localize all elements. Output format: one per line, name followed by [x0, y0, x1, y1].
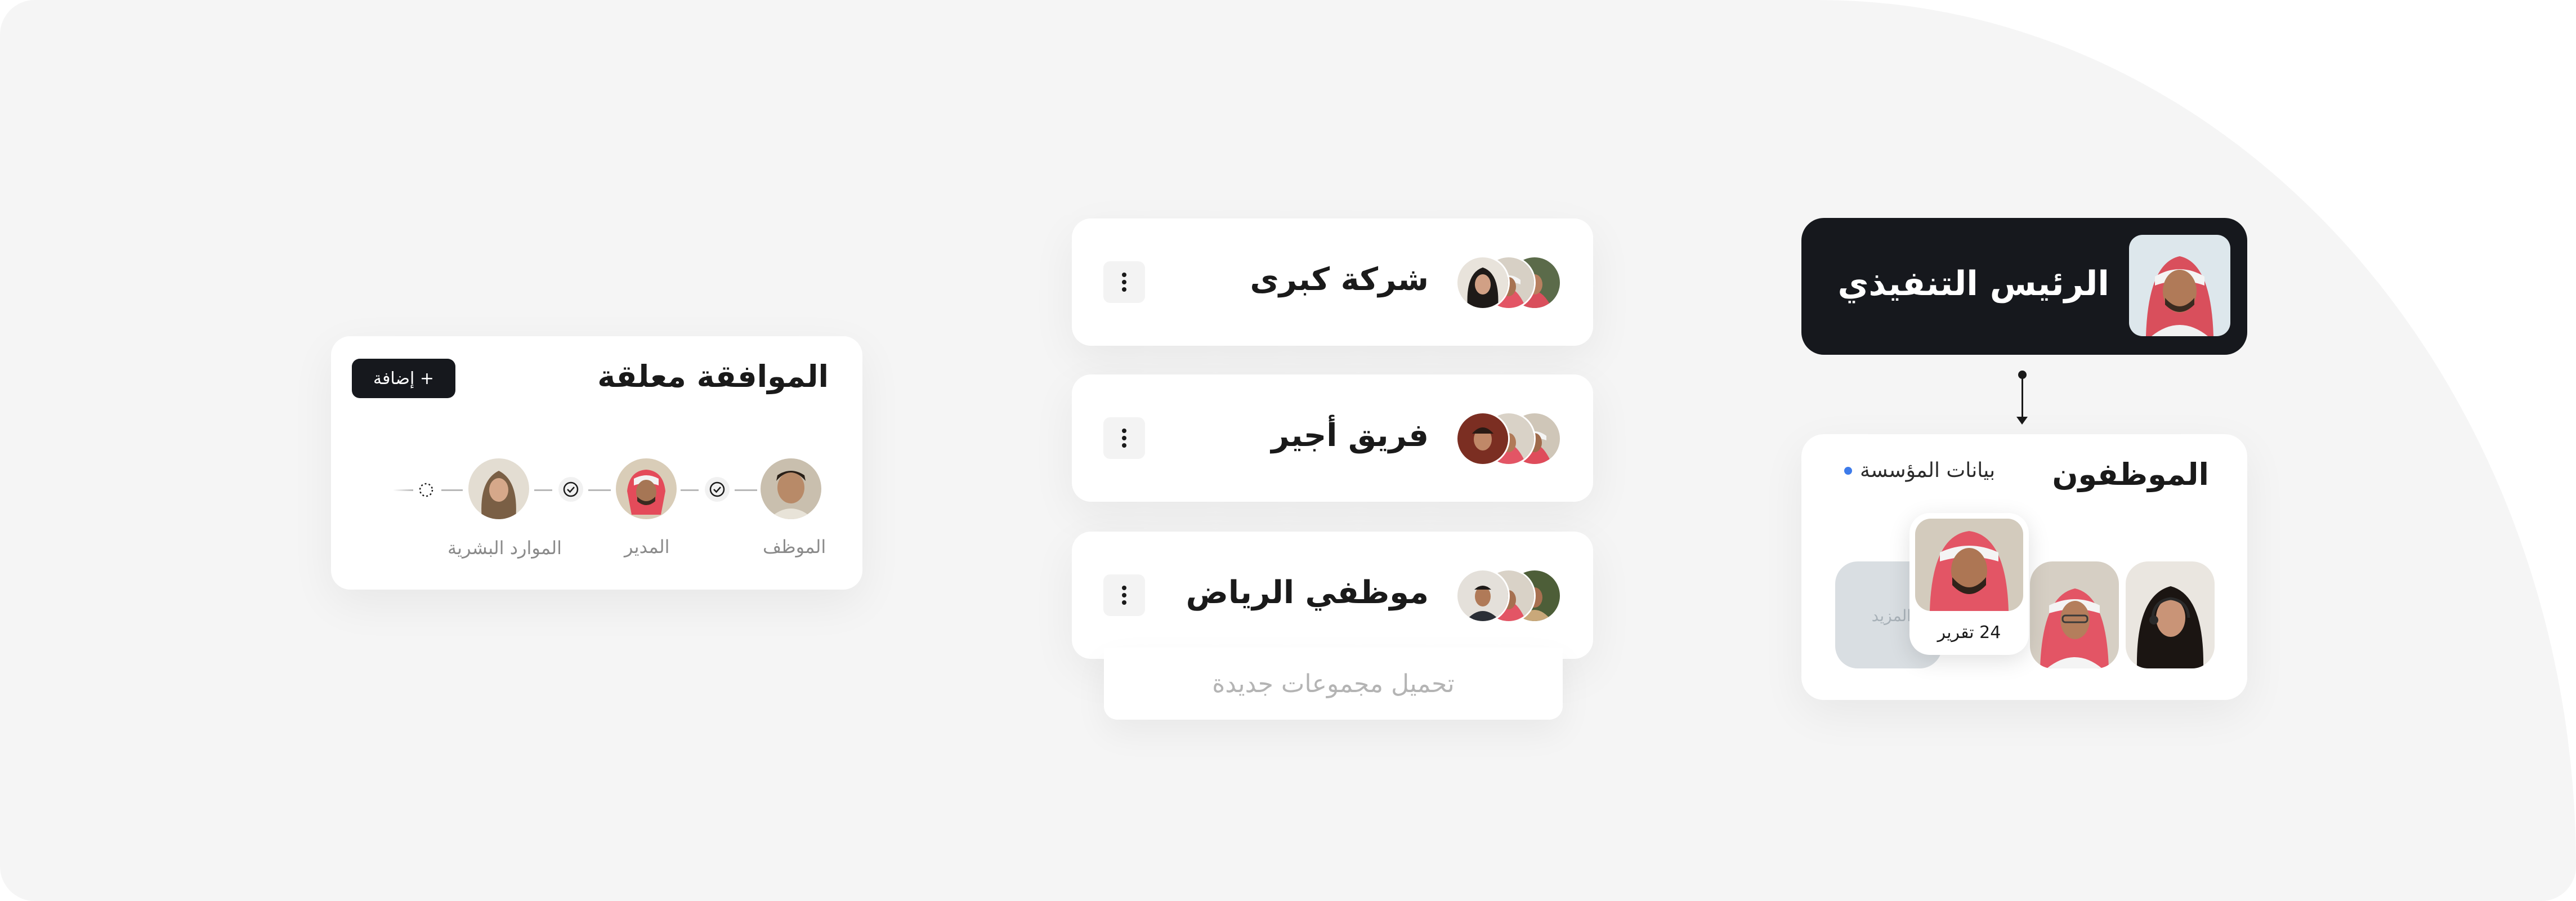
report-count: 24 تقرير	[1937, 623, 2001, 643]
add-button[interactable]: + إضافة	[352, 359, 455, 398]
team-avatars	[1455, 256, 1562, 310]
load-more-button[interactable]: تحميل مجموعات جديدة	[1104, 648, 1563, 720]
check-icon	[558, 477, 583, 502]
approval-card: الموافقة معلقة + إضافة الموظف المدير الم…	[331, 336, 862, 590]
org-data-label: بيانات المؤسسة	[1860, 459, 1996, 482]
team-avatars	[1455, 412, 1562, 466]
step-label-employee: الموظف	[763, 536, 826, 557]
pending-spinner-icon	[418, 481, 435, 498]
manager-avatar	[616, 458, 677, 519]
more-options-button[interactable]	[1103, 261, 1145, 303]
more-options-button[interactable]	[1103, 417, 1145, 459]
report-card[interactable]: 24 تقرير	[1909, 513, 2029, 655]
step-connector	[534, 489, 552, 491]
step-connector	[681, 489, 699, 491]
step-connector	[735, 489, 757, 491]
kebab-icon	[1122, 586, 1126, 605]
org-data-link[interactable]: بيانات المؤسسة	[1844, 459, 1995, 482]
check-icon	[705, 477, 730, 502]
step-connector	[441, 489, 463, 491]
avatar	[1456, 569, 1510, 623]
team-card[interactable]: فريق أجير	[1072, 374, 1593, 502]
step-connector	[393, 489, 413, 491]
team-name: شركة كبرى	[1250, 261, 1429, 298]
arrow-down-icon	[2016, 417, 2028, 425]
canvas-background: الموافقة معلقة + إضافة الموظف المدير الم…	[0, 0, 2576, 901]
avatar	[1456, 412, 1510, 466]
connector-line	[2022, 375, 2023, 420]
kebab-icon	[1122, 273, 1126, 292]
status-dot-icon	[1844, 466, 1852, 475]
employee-avatar	[761, 458, 821, 519]
team-card[interactable]: موظفي الرياض	[1072, 532, 1593, 659]
employee-photo[interactable]	[2126, 561, 2215, 668]
team-card[interactable]: شركة كبرى	[1072, 218, 1593, 346]
team-name: فريق أجير	[1271, 417, 1429, 454]
hr-avatar	[468, 458, 529, 519]
ceo-photo	[2129, 235, 2230, 336]
approval-title: الموافقة معلقة	[597, 359, 829, 394]
ceo-card[interactable]: الرئيس التنفيذي	[1801, 218, 2247, 355]
team-name: موظفي الرياض	[1186, 574, 1429, 611]
ceo-title: الرئيس التنفيذي	[1837, 264, 2109, 304]
employee-photo[interactable]	[2030, 561, 2119, 668]
step-connector	[588, 489, 611, 491]
kebab-icon	[1122, 429, 1126, 448]
avatar	[1456, 256, 1510, 310]
employees-title: الموظفون	[2052, 457, 2209, 492]
step-label-manager: المدير	[624, 536, 670, 557]
team-avatars	[1455, 569, 1562, 623]
employees-card: الموظفون بيانات المؤسسة عرض المزيد	[1801, 434, 2247, 700]
employee-photo	[1915, 519, 2023, 611]
step-label-hr: الموارد البشرية	[448, 537, 562, 559]
more-options-button[interactable]	[1103, 574, 1145, 616]
